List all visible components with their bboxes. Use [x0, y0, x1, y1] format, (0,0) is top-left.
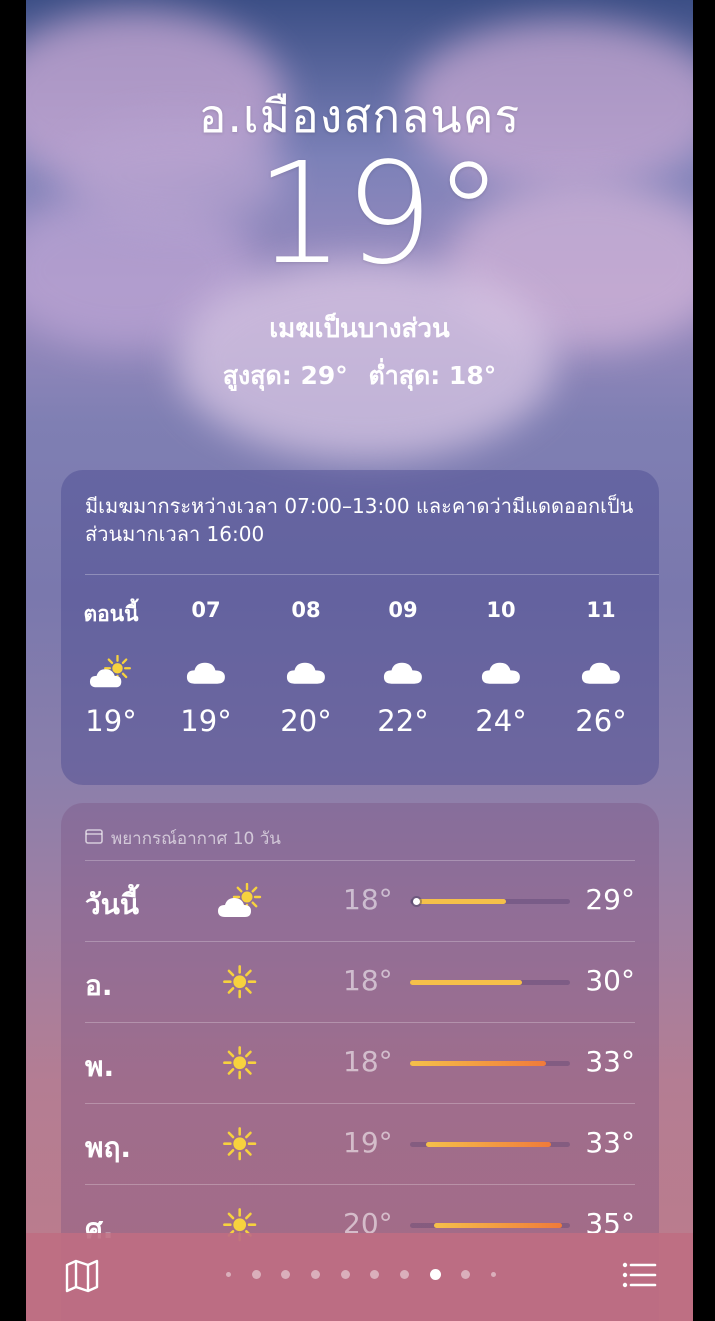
- daily-row[interactable]: พฤ. 19° 33°: [85, 1103, 635, 1184]
- page-dot[interactable]: [340, 1269, 350, 1279]
- page-dot[interactable]: [370, 1269, 380, 1279]
- daily-row[interactable]: อ. 18° 30°: [85, 941, 635, 1022]
- page-dot[interactable]: [251, 1269, 261, 1279]
- daily-row[interactable]: พ. 18° 33°: [85, 1022, 635, 1103]
- sun-icon: [215, 960, 265, 1004]
- day-low: 18°: [343, 883, 393, 916]
- day-high: 30°: [585, 964, 635, 997]
- divider: [85, 574, 659, 575]
- cloud-icon: [261, 642, 351, 702]
- temperature-range-bar: [410, 898, 570, 905]
- hourly-forecast-card[interactable]: มีเมฆมากระหว่างเวลา 07:00–13:00 และคาดว่…: [61, 470, 659, 785]
- hourly-item: ตอนนี้ 19°: [66, 598, 156, 738]
- page-dot[interactable]: [429, 1268, 441, 1280]
- hour-temp: 24°: [475, 704, 527, 738]
- day-high: 33°: [585, 1045, 635, 1078]
- weather-screen: อ.เมืองสกลนคร 19° เมฆเป็นบางส่วน สูงสุด:…: [26, 0, 693, 1321]
- page-dot[interactable]: [490, 1271, 496, 1277]
- temperature-range-bar: [410, 1223, 570, 1228]
- forecast-summary: มีเมฆมากระหว่างเวลา 07:00–13:00 และคาดว่…: [85, 494, 634, 546]
- cloud-icon: [456, 642, 546, 702]
- temperature-range-fill: [410, 980, 522, 985]
- day-high: 29°: [585, 883, 635, 916]
- daily-header-label: พยากรณ์อากาศ 10 วัน: [111, 829, 281, 849]
- condition-text: เมฆเป็นบางส่วน: [269, 314, 450, 344]
- hour-label: 08: [291, 598, 321, 622]
- current-conditions: อ.เมืองสกลนคร 19° เมฆเป็นบางส่วน สูงสุด:…: [26, 0, 693, 470]
- temperature-range-fill: [434, 1223, 562, 1228]
- day-name: วันนี้: [85, 888, 140, 921]
- page-dot[interactable]: [399, 1269, 409, 1279]
- partly-cloudy-icon: [215, 879, 265, 923]
- page-dot[interactable]: [310, 1269, 320, 1279]
- temperature-range-bar: [410, 980, 570, 985]
- high-low-temps: สูงสุด: 29° ต่ำสุด: 18°: [26, 356, 693, 396]
- hour-temp: 26°: [575, 704, 627, 738]
- day-name: พ.: [85, 1050, 115, 1083]
- temperature-range-fill: [410, 1061, 546, 1066]
- temperature-range-bar: [410, 1142, 570, 1147]
- hour-label: 09: [388, 598, 418, 622]
- hour-label: 07: [191, 598, 221, 622]
- cloud-icon: [161, 642, 251, 702]
- page-dot[interactable]: [281, 1269, 291, 1279]
- cloud-icon: [556, 642, 646, 702]
- calendar-icon: [85, 828, 103, 849]
- temperature-range-fill: [426, 1142, 551, 1147]
- location-arrow-dot[interactable]: [226, 1271, 231, 1277]
- day-name: อ.: [85, 969, 113, 1002]
- hour-temp: 19°: [85, 704, 137, 738]
- current-temperature: 19°: [255, 133, 504, 296]
- temperature-range-bar: [410, 1061, 570, 1066]
- hour-label: ตอนนี้: [83, 602, 139, 626]
- partly-cloudy-icon: [66, 642, 156, 702]
- hourly-item: 10 24°: [456, 598, 546, 738]
- hour-temp: 20°: [280, 704, 332, 738]
- hourly-item: 07 19°: [161, 598, 251, 738]
- daily-forecast-header: พยากรณ์อากาศ 10 วัน: [85, 825, 281, 852]
- sun-icon: [215, 1122, 265, 1166]
- page-dot[interactable]: [461, 1269, 471, 1279]
- day-name: พฤ.: [85, 1131, 132, 1164]
- daily-row[interactable]: วันนี้ 18° 29°: [85, 860, 635, 941]
- bottom-toolbar: [26, 1233, 693, 1321]
- day-low: 18°: [343, 1045, 393, 1078]
- hourly-item: 08 20°: [261, 598, 351, 738]
- day-low: 18°: [343, 964, 393, 997]
- temperature-range-fill: [418, 899, 506, 904]
- hour-label: 11: [586, 598, 616, 622]
- day-high: 33°: [585, 1126, 635, 1159]
- page-indicator[interactable]: [226, 1267, 496, 1281]
- list-icon[interactable]: [619, 1255, 659, 1295]
- sun-icon: [215, 1041, 265, 1085]
- hour-temp: 22°: [377, 704, 429, 738]
- cloud-icon: [358, 642, 448, 702]
- low-temp: ต่ำสุด: 18°: [368, 361, 497, 390]
- hour-label: 10: [486, 598, 516, 622]
- hourly-item: 11 26°: [556, 598, 646, 738]
- hourly-item: 09 22°: [358, 598, 448, 738]
- high-temp: สูงสุด: 29°: [222, 361, 348, 390]
- day-low: 19°: [343, 1126, 393, 1159]
- hour-temp: 19°: [180, 704, 232, 738]
- map-icon[interactable]: [62, 1255, 102, 1295]
